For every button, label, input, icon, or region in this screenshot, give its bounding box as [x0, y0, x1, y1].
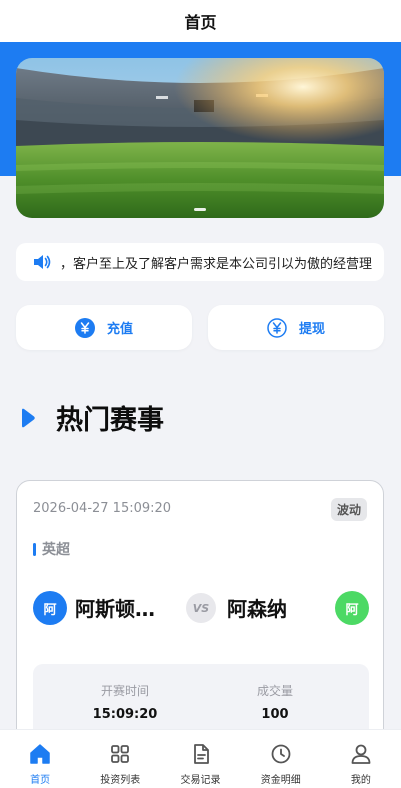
document-icon [193, 744, 209, 764]
yen-circle-icon [74, 317, 95, 338]
volume-value: 100 [261, 707, 289, 722]
teams-row: 阿 阿斯顿… VS 阿森纳 阿 [33, 589, 369, 625]
notice-text: ，客户至上及了解客户需求是本公司引以为傲的经营理 [60, 256, 373, 272]
tab-transaction-records-label: 交易记录 [180, 775, 221, 786]
recharge-label: 充值 [106, 322, 133, 337]
tab-investment-list-label: 投资列表 [100, 775, 141, 786]
recharge-button[interactable]: 充值 [16, 305, 192, 350]
tab-home-label: 首页 [30, 775, 51, 786]
tab-fund-details-label: 资金明细 [260, 775, 301, 786]
clock-icon [271, 744, 291, 764]
tab-investment-list[interactable]: 投资列表 [80, 730, 160, 788]
top-navigation-bar: 首页 [0, 0, 401, 42]
league-label: 英超 [33, 539, 70, 559]
section-header: 热门赛事 [20, 398, 164, 437]
carousel-indicator[interactable] [194, 208, 206, 211]
tab-profile[interactable]: 我的 [321, 730, 401, 788]
status-badge: 波动 [330, 498, 367, 521]
tab-transaction-records[interactable]: 交易记录 [160, 730, 240, 788]
tab-fund-details[interactable]: 资金明细 [241, 730, 321, 788]
speaker-icon [34, 255, 51, 269]
home-icon [30, 744, 50, 764]
banner-carousel[interactable] [16, 58, 384, 218]
home-team-name: 阿斯顿… [75, 597, 155, 621]
open-time-value: 15:09:20 [92, 707, 158, 722]
match-datetime: 2026-04-27 15:09:20 [33, 501, 172, 516]
home-team-avatar: 阿 [33, 591, 67, 625]
withdraw-label: 提现 [298, 322, 325, 337]
stadium-banner-image [16, 58, 384, 218]
open-time-stat: 开赛时间 15:09:20 [65, 682, 185, 722]
open-time-label: 开赛时间 [100, 684, 149, 698]
league-name: 英超 [42, 542, 70, 558]
tab-home[interactable]: 首页 [0, 730, 80, 788]
bottom-tab-bar: 首页 投资列表 交易记录 资金明细 我的 [0, 729, 401, 788]
user-icon [351, 744, 371, 764]
league-accent-bar [33, 542, 36, 556]
away-team-avatar: 阿 [335, 591, 369, 625]
withdraw-button[interactable]: 提现 [208, 305, 384, 350]
grid-icon [111, 745, 130, 763]
away-team-name: 阿森纳 [227, 597, 287, 621]
tab-profile-label: 我的 [350, 775, 371, 786]
play-triangle-icon [22, 408, 35, 427]
volume-label: 成交量 [256, 684, 293, 698]
volume-stat: 成交量 100 [215, 682, 335, 722]
page-title: 首页 [184, 13, 217, 32]
notice-bar[interactable]: ，客户至上及了解客户需求是本公司引以为傲的经营理 [16, 243, 384, 281]
section-title: 热门赛事 [56, 405, 164, 436]
yen-circle-icon [267, 317, 287, 338]
vs-badge: VS [186, 593, 216, 623]
